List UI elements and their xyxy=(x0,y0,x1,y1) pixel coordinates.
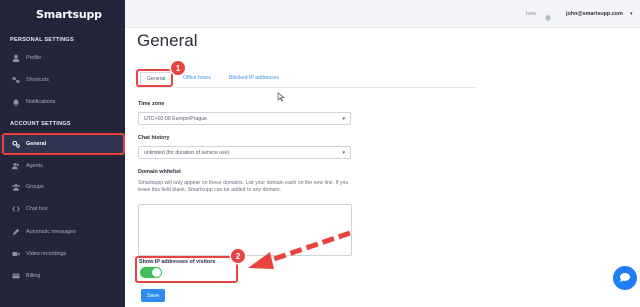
sidebar-item-label: Automatic messages xyxy=(26,229,77,235)
sidebar-item-label: Video recordings xyxy=(26,251,67,257)
sidebar-item-profile[interactable]: Profile xyxy=(0,49,125,67)
mouse-cursor-icon xyxy=(277,92,285,102)
card-icon xyxy=(11,272,20,281)
logo[interactable]: Smartsupp xyxy=(36,8,102,21)
top-bar xyxy=(125,0,640,28)
sidebar-item-billing[interactable]: Billing xyxy=(0,267,125,285)
sidebar-item-notifications[interactable]: Notifications xyxy=(0,93,125,111)
sidebar: Smartsupp PERSONAL SETTINGS Profile Shor… xyxy=(0,0,125,307)
beta-label: beta xyxy=(526,11,536,17)
settings-tabs: General Office hours Blocked IP addresse… xyxy=(137,70,477,88)
personal-settings-heading: PERSONAL SETTINGS xyxy=(10,37,74,43)
user-email[interactable]: john@smartsupp.com xyxy=(566,11,623,17)
notification-bell-icon[interactable] xyxy=(544,9,552,22)
show-ip-label: Show IP addresses of visitors xyxy=(139,259,216,265)
chevron-down-icon: ▼ xyxy=(341,116,346,121)
video-icon xyxy=(11,250,20,259)
page-title: General xyxy=(137,31,198,50)
sidebar-item-label: Shortcuts xyxy=(26,77,49,83)
sidebar-item-groups[interactable]: Groups xyxy=(0,178,125,196)
gears-icon xyxy=(11,140,20,149)
annotation-arrow-icon xyxy=(248,230,351,269)
account-settings-heading: ACCOUNT SETTINGS xyxy=(10,121,71,127)
app-root: Smartsupp PERSONAL SETTINGS Profile Shor… xyxy=(0,0,640,307)
sidebar-item-video-recordings[interactable]: Video recordings xyxy=(0,245,125,263)
pencil-icon xyxy=(11,228,20,237)
sidebar-item-label: Groups xyxy=(26,184,44,190)
chevron-down-icon: ▼ xyxy=(341,150,346,155)
group-icon xyxy=(11,183,20,192)
chat-history-label: Chat history xyxy=(138,135,170,141)
timezone-label: Time zone xyxy=(138,101,165,107)
save-button[interactable]: Save xyxy=(141,289,165,302)
sidebar-item-label: Notifications xyxy=(26,99,56,105)
sidebar-item-label: Chat box xyxy=(26,206,48,212)
code-icon xyxy=(11,205,20,214)
chevron-down-icon[interactable]: ▾ xyxy=(630,11,633,17)
sidebar-item-general[interactable]: General xyxy=(0,135,125,153)
toggle-knob xyxy=(152,268,161,277)
sidebar-item-label: General xyxy=(26,141,47,147)
tab-blocked-ip[interactable]: Blocked IP addresses xyxy=(229,75,279,81)
sidebar-item-agents[interactable]: Agents xyxy=(0,157,125,175)
sidebar-item-label: Agents xyxy=(26,163,43,169)
sidebar-item-label: Billing xyxy=(26,273,41,279)
domain-whitelist-help: Smartsupp will only appear on these doma… xyxy=(138,180,349,193)
sidebar-item-label: Profile xyxy=(26,55,42,61)
chat-history-select[interactable]: unlimited (for duration of service use) … xyxy=(138,146,351,159)
domain-whitelist-label: Domain whitelist xyxy=(138,169,181,175)
show-ip-toggle[interactable] xyxy=(140,267,162,278)
tab-highlight-box xyxy=(136,69,173,87)
sidebar-item-chat-box[interactable]: Chat box xyxy=(0,200,125,218)
chat-icon xyxy=(620,273,630,282)
chat-widget-button[interactable] xyxy=(613,266,637,290)
step-badge-1: 1 xyxy=(171,61,185,75)
tab-office-hours[interactable]: Office hours xyxy=(183,75,211,81)
users-icon xyxy=(11,162,20,171)
timezone-value: UTC+02:00 Europe/Prague xyxy=(144,116,208,122)
sidebar-item-automatic-messages[interactable]: Automatic messages xyxy=(0,223,125,241)
shortcut-icon xyxy=(11,76,20,85)
timezone-select[interactable]: UTC+02:00 Europe/Prague ▼ xyxy=(138,112,351,125)
sidebar-item-shortcuts[interactable]: Shortcuts xyxy=(0,71,125,89)
bell-icon xyxy=(11,98,20,107)
user-icon xyxy=(11,54,20,63)
chat-history-value: unlimited (for duration of service use) xyxy=(144,150,230,156)
